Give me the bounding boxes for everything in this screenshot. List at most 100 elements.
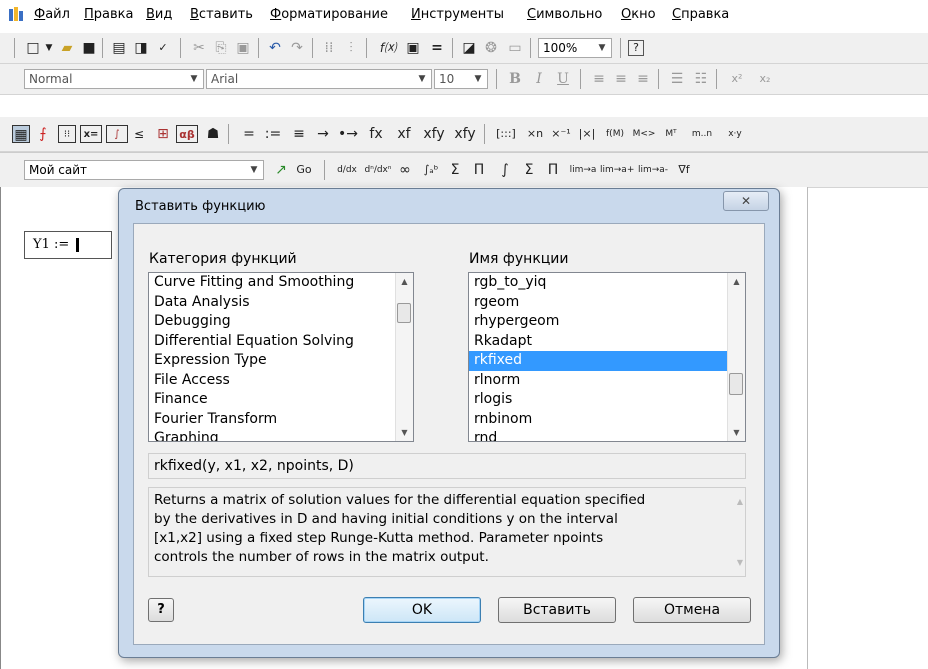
matrix-transpose[interactable]: Mᵀ: [660, 125, 682, 143]
print-icon[interactable]: ▤: [110, 39, 128, 57]
list-item[interactable]: Differential Equation Solving: [149, 332, 413, 352]
close-icon[interactable]: ✕: [723, 191, 769, 211]
calc-definite-integral[interactable]: ∫ₐᵇ: [420, 161, 442, 179]
calc-range-product[interactable]: Π: [470, 161, 488, 179]
insert-button[interactable]: Вставить: [498, 597, 616, 623]
menu-help[interactable]: Справка: [672, 7, 729, 22]
function-scrollbar[interactable]: ▲ ▼: [727, 273, 745, 441]
op-prefix[interactable]: fx: [364, 125, 388, 143]
matrix-insert[interactable]: [:::]: [492, 125, 520, 143]
op-keyword-eval[interactable]: •→: [336, 125, 360, 143]
redo-icon[interactable]: ↷: [288, 39, 306, 57]
calc-gradient[interactable]: ∇f: [672, 161, 696, 179]
scroll-up-icon[interactable]: ▲: [728, 273, 745, 290]
menu-format[interactable]: Форматирование: [270, 7, 388, 22]
paste-icon[interactable]: ▣: [234, 39, 252, 57]
hyperlink-icon[interactable]: ▭: [506, 39, 524, 57]
component-icon[interactable]: ◪: [460, 39, 478, 57]
op-treefix[interactable]: xfy: [452, 125, 478, 143]
list-item[interactable]: File Access: [149, 371, 413, 391]
list-item[interactable]: Debugging: [149, 312, 413, 332]
help-button[interactable]: ?: [628, 40, 644, 56]
calc-limit[interactable]: lim→a: [568, 161, 598, 179]
font-size-select[interactable]: 10 ▼: [434, 69, 488, 89]
list-item[interactable]: rnd: [469, 429, 745, 441]
insert-function-icon[interactable]: f⒳: [376, 39, 400, 57]
align-across-icon[interactable]: ⁞⁞: [320, 39, 338, 57]
calc-limit-right[interactable]: lim→a+: [600, 161, 634, 179]
resource-icon[interactable]: ❂: [482, 39, 500, 57]
category-list[interactable]: Curve Fitting and Smoothing Data Analysi…: [148, 272, 414, 442]
list-item[interactable]: Graphing: [149, 429, 413, 441]
site-select[interactable]: Мой сайт ▼: [24, 160, 264, 180]
op-define[interactable]: :=: [264, 125, 282, 143]
list-item[interactable]: Curve Fitting and Smoothing: [149, 273, 413, 293]
menu-tools[interactable]: Инструменты: [411, 7, 504, 22]
matrix-palette-icon[interactable]: ⁝⁝: [58, 125, 76, 143]
list-item[interactable]: Fourier Transform: [149, 410, 413, 430]
matrix-vectorize[interactable]: f(M): [602, 125, 628, 143]
op-infix[interactable]: xfy: [420, 125, 448, 143]
evaluation-palette-icon[interactable]: x=: [80, 125, 102, 143]
list-item[interactable]: rgb_to_yiq: [469, 273, 745, 293]
calc-derivative[interactable]: d/dx: [334, 161, 360, 179]
go-button[interactable]: Go: [292, 161, 316, 179]
op-equals[interactable]: =: [240, 125, 258, 143]
list-item[interactable]: rlnorm: [469, 371, 745, 391]
print-preview-icon[interactable]: ◨: [132, 39, 150, 57]
superscript-button[interactable]: x²: [726, 70, 748, 88]
scroll-up-icon[interactable]: ▲: [396, 273, 413, 290]
calc-range-sum[interactable]: Σ: [446, 161, 464, 179]
greek-palette-icon[interactable]: αβ: [176, 125, 198, 143]
calculator-icon[interactable]: ▦: [12, 125, 30, 143]
scroll-up-icon[interactable]: ▲: [737, 492, 743, 511]
style-select[interactable]: Normal ▼: [24, 69, 204, 89]
undo-icon[interactable]: ↶: [266, 39, 284, 57]
save-icon[interactable]: ■: [80, 39, 98, 57]
calc-nth-derivative[interactable]: dⁿ/dxⁿ: [364, 161, 392, 179]
matrix-column[interactable]: M<>: [632, 125, 656, 143]
zoom-select[interactable]: 100% ▼: [538, 38, 612, 58]
matrix-range[interactable]: m..n: [686, 125, 718, 143]
bullets-icon[interactable]: ☰: [668, 70, 686, 88]
copy-icon[interactable]: ⎘: [212, 39, 230, 57]
list-item[interactable]: rhypergeom: [469, 312, 745, 332]
matrix-dot-product[interactable]: x·y: [722, 125, 748, 143]
menu-file[interactable]: Файл: [34, 7, 70, 22]
scroll-down-icon[interactable]: ▼: [728, 424, 745, 441]
subscript-button[interactable]: x₂: [754, 70, 776, 88]
cut-icon[interactable]: ✂: [190, 39, 208, 57]
underline-button[interactable]: U: [554, 70, 572, 88]
menu-view[interactable]: Вид: [146, 7, 172, 22]
align-right-icon[interactable]: ≡: [634, 70, 652, 88]
scroll-down-icon[interactable]: ▼: [396, 424, 413, 441]
programming-palette-icon[interactable]: ⊞: [154, 125, 172, 143]
help-button[interactable]: ?: [148, 598, 174, 622]
calculus-palette-icon[interactable]: ∫: [106, 125, 128, 143]
function-list[interactable]: rgb_to_yiq rgeom rhypergeom Rkadapt rkfi…: [468, 272, 746, 442]
list-item[interactable]: Rkadapt: [469, 332, 745, 352]
scroll-down-icon[interactable]: ▼: [737, 553, 743, 572]
menu-symbolics[interactable]: Символьно: [527, 7, 602, 22]
list-item[interactable]: Expression Type: [149, 351, 413, 371]
font-select[interactable]: Arial ▼: [206, 69, 432, 89]
list-item[interactable]: rnbinom: [469, 410, 745, 430]
menu-insert[interactable]: Вставить: [190, 7, 253, 22]
matrix-determinant[interactable]: |×|: [576, 125, 598, 143]
scroll-thumb[interactable]: [729, 373, 743, 395]
go-arrow-icon[interactable]: ↗: [272, 161, 290, 179]
calc-product[interactable]: Π: [544, 161, 562, 179]
calc-integral[interactable]: ∫: [496, 161, 514, 179]
bold-button[interactable]: B: [506, 70, 524, 88]
calc-infinity[interactable]: ∞: [396, 161, 414, 179]
category-scrollbar[interactable]: ▲ ▼: [395, 273, 413, 441]
list-item[interactable]: rlogis: [469, 390, 745, 410]
menu-edit[interactable]: Правка: [84, 7, 133, 22]
align-center-icon[interactable]: ≡: [612, 70, 630, 88]
numbering-icon[interactable]: ☷: [692, 70, 710, 88]
matrix-subscript[interactable]: ×n: [524, 125, 546, 143]
matrix-inverse[interactable]: ×⁻¹: [550, 125, 572, 143]
op-symbolic-eval[interactable]: →: [314, 125, 332, 143]
calculate-icon[interactable]: =: [428, 39, 446, 57]
calc-sum[interactable]: Σ: [520, 161, 538, 179]
